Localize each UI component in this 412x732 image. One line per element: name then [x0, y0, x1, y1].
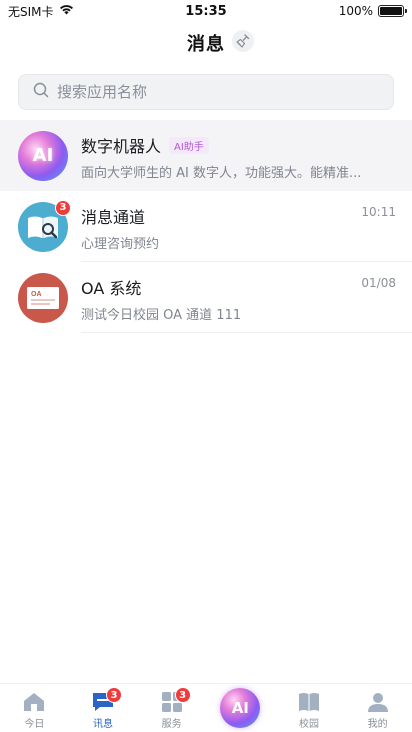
ai-avatar-icon: AI	[18, 130, 68, 181]
tab-services[interactable]: 3 服务	[137, 684, 206, 732]
tab-label: 校园	[298, 719, 319, 730]
list-item-oa-system[interactable]: OA OA 系统 01/08 测试今日校园 OA 通道 111	[0, 262, 412, 333]
item-body: 消息通道 10:11 心理咨询预约	[81, 191, 412, 262]
page-title: 消息	[187, 34, 225, 55]
item-title: 消息通道	[81, 208, 146, 227]
status-right: 100%	[264, 4, 407, 18]
tab-messages[interactable]: 3 讯息	[69, 684, 138, 732]
item-time: 10:11	[361, 205, 396, 219]
tab-label: 我的	[367, 719, 388, 730]
search-input[interactable]	[57, 83, 377, 101]
item-subtitle: 面向大学师生的 AI 数字人，功能强大。能精准...	[81, 166, 362, 181]
oa-mark: OA	[31, 291, 42, 298]
avatar-text: AI	[32, 145, 54, 166]
tab-label: 今日	[24, 719, 45, 730]
tab-label: 服务	[161, 719, 182, 730]
unread-badge: 3	[55, 199, 71, 216]
item-subtitle: 心理咨询预约	[81, 237, 160, 252]
battery-percent: 100%	[338, 4, 373, 18]
message-channel-icon: 3	[18, 199, 71, 252]
status-left: 无SIM卡	[8, 3, 148, 20]
tab-today[interactable]: 今日	[0, 684, 69, 732]
book-icon	[298, 691, 320, 713]
carrier-label: 无SIM卡	[8, 4, 54, 19]
list-item-ai-robot[interactable]: AI 数字机器人 AI助手 面向大学师生的 AI 数字人，功能强大。能精准...	[0, 120, 412, 191]
search-bar[interactable]	[18, 74, 394, 110]
item-title-row: 数字机器人 AI助手	[81, 133, 396, 157]
ai-orb-text: AI	[231, 699, 249, 717]
item-title-row: OA 系统 01/08	[81, 275, 396, 299]
item-body: OA 系统 01/08 测试今日校园 OA 通道 111	[81, 262, 412, 333]
tab-ai[interactable]: AI	[206, 684, 275, 732]
search-icon	[33, 82, 49, 102]
chat-icon: 3	[92, 687, 122, 713]
item-title-row: 消息通道 10:11	[81, 204, 396, 228]
message-list: AI 数字机器人 AI助手 面向大学师生的 AI 数字人，功能强大。能精准...…	[0, 120, 412, 333]
status-bar: 无SIM卡 15:35 100%	[0, 0, 412, 22]
tab-bar: 今日 3 讯息 3 服务 AI 校园 我的	[0, 683, 412, 732]
status-time: 15:35	[185, 3, 227, 19]
oa-system-icon: OA	[18, 272, 68, 323]
broom-icon[interactable]	[232, 30, 254, 52]
item-subtitle: 测试今日校园 OA 通道 111	[81, 308, 242, 323]
item-time: 01/08	[361, 276, 396, 290]
battery-icon	[378, 5, 407, 17]
item-body: 数字机器人 AI助手 面向大学师生的 AI 数字人，功能强大。能精准...	[81, 120, 412, 191]
ai-orb-icon: AI	[220, 688, 261, 728]
tab-badge: 3	[174, 687, 191, 703]
header: 消息	[0, 26, 412, 60]
home-icon	[23, 691, 45, 713]
item-title: 数字机器人	[81, 137, 162, 156]
item-title: OA 系统	[81, 279, 142, 298]
tab-mine[interactable]: 我的	[343, 684, 412, 732]
oa-document-icon: OA	[27, 286, 59, 309]
wifi-icon	[59, 4, 74, 18]
tab-label: 讯息	[92, 719, 113, 730]
tab-campus[interactable]: 校园	[275, 684, 344, 732]
list-item-message-channel[interactable]: 3 消息通道 10:11 心理咨询预约	[0, 191, 412, 262]
open-book-search-icon	[28, 216, 58, 238]
tab-badge: 3	[105, 687, 122, 703]
ai-assistant-tag: AI助手	[169, 136, 209, 154]
user-icon	[367, 691, 389, 713]
grid-icon: 3	[161, 687, 191, 713]
battery-fill	[380, 7, 402, 15]
